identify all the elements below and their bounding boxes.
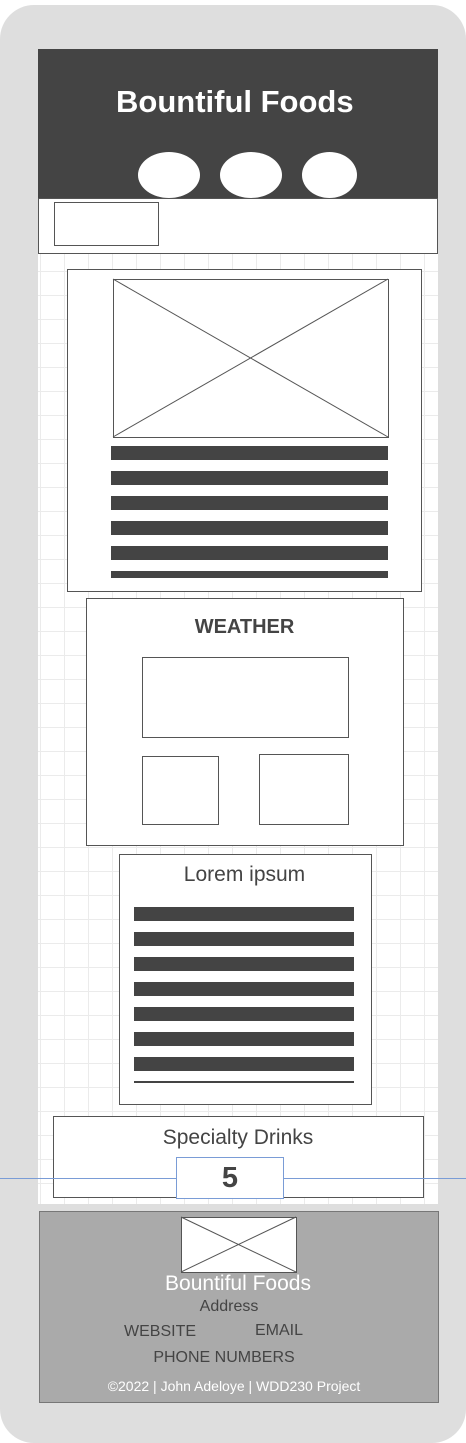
hero-text-line <box>111 471 388 485</box>
content-text-line <box>134 982 354 996</box>
content-text-line <box>134 1057 354 1071</box>
content-text-line <box>134 957 354 971</box>
weather-temp-box <box>142 756 219 825</box>
footer-address: Address <box>199 1298 259 1315</box>
footer-logo-cross <box>180 1216 297 1273</box>
weather-icon-box <box>259 754 349 825</box>
weather-main-box <box>142 657 349 738</box>
footer-phone: PHONE NUMBERS <box>153 1349 295 1366</box>
nav-circle-2[interactable] <box>220 152 282 198</box>
menu-button[interactable] <box>54 202 159 246</box>
content-text-line <box>134 932 354 946</box>
nav-circle-3[interactable] <box>302 152 357 198</box>
drinks-heading: Specialty Drinks <box>162 1126 314 1149</box>
hero-text-line <box>111 446 388 460</box>
drinks-count[interactable]: 5 <box>176 1157 284 1199</box>
footer-email-link[interactable]: EMAIL <box>255 1322 303 1340</box>
footer-copyright: ©2022 | John Adeloye | WDD230 Project <box>107 1378 361 1394</box>
footer-brand: Bountiful Foods <box>165 1272 311 1295</box>
hero-text-line <box>111 571 388 578</box>
content-text-line <box>134 907 354 921</box>
hero-text-line <box>111 546 388 560</box>
site-title[interactable]: Bountiful Foods <box>116 84 354 120</box>
weather-heading: WEATHER <box>194 616 295 638</box>
content-text-line <box>134 1032 354 1046</box>
hero-image-cross <box>112 278 389 438</box>
hero-text-line <box>111 496 388 510</box>
content-text-line <box>134 1081 354 1083</box>
hero-text-line <box>111 521 388 535</box>
footer-website-link[interactable]: WEBSITE <box>124 1323 196 1341</box>
content-text-line <box>134 1007 354 1021</box>
content-heading: Lorem ipsum <box>183 863 306 886</box>
nav-circle-1[interactable] <box>138 152 200 198</box>
